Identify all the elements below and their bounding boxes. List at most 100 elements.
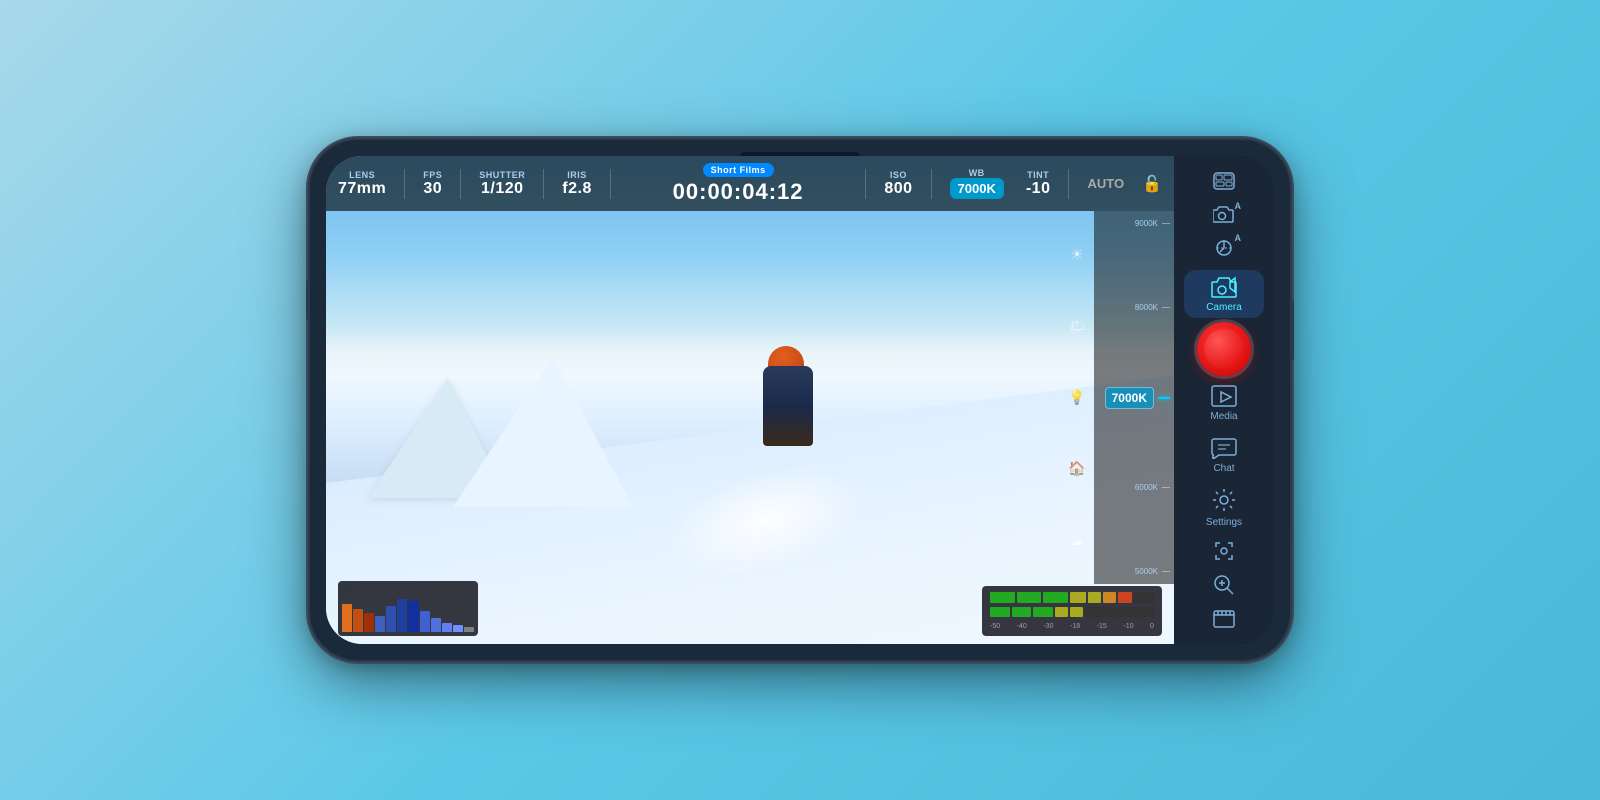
camera-nav-icon (1211, 276, 1237, 298)
audio-seg-6 (1103, 592, 1116, 603)
wb-section[interactable]: WB 7000K (950, 168, 1004, 199)
hud-divider-7 (1068, 169, 1069, 199)
viewfinder-btn[interactable] (1189, 164, 1259, 198)
wb-value-badge[interactable]: 7000K (950, 178, 1004, 199)
hud-divider-5 (865, 169, 866, 199)
iris-label: IRIS (567, 170, 587, 180)
audio-seg-empty1 (1134, 592, 1155, 603)
settings-nav-label: Settings (1206, 517, 1242, 528)
wb-scale-5000: 5000K (1098, 567, 1170, 576)
viewfinder-icon (1213, 172, 1235, 190)
audio-ch1 (990, 592, 1154, 603)
hud-divider-2 (460, 169, 461, 199)
fps-value: 30 (423, 180, 442, 198)
hist-bar-12 (464, 627, 474, 632)
hist-bar-3 (364, 613, 374, 632)
exposure-a-btn[interactable]: A (1189, 234, 1259, 268)
audio-seg-1 (990, 592, 1015, 603)
exposure-a-icon: A (1213, 237, 1235, 264)
lens-value: 77mm (338, 180, 386, 198)
audio-seg-ch2-2 (1012, 607, 1032, 618)
tint-section: TINT -10 (1026, 170, 1051, 198)
hud-divider-4 (610, 169, 611, 199)
record-button[interactable] (1197, 322, 1251, 376)
audio-seg-2 (1017, 592, 1042, 603)
phone-device: LENS 77mm FPS 30 SHUTTER 1/120 (310, 140, 1290, 660)
wb-side-icons: ☀ 🌤 💡 🏠 ☁ (1062, 211, 1092, 584)
hist-bar-10 (442, 623, 452, 632)
skier-body (763, 366, 813, 446)
wb-scale-8000: 8000K (1098, 303, 1170, 312)
hist-bar-11 (453, 625, 463, 632)
skier-figure (733, 346, 853, 546)
sun-medium-icon: 🌤 (1068, 318, 1086, 335)
phone-body: LENS 77mm FPS 30 SHUTTER 1/120 (310, 140, 1290, 660)
media-nav-icon (1211, 385, 1237, 407)
iso-label: ISO (890, 170, 907, 180)
house-icon: 🏠 (1068, 460, 1085, 477)
tint-value: -10 (1026, 180, 1051, 198)
audio-label-10: -10 (1123, 623, 1133, 630)
auto-label[interactable]: AUTO (1087, 176, 1124, 191)
lens-label: LENS (349, 170, 375, 180)
wb-label: WB (969, 168, 985, 178)
fps-param: FPS 30 (423, 170, 442, 198)
sun-bright-icon: ☀ (1071, 246, 1084, 263)
mode-badge[interactable]: Short Films (703, 163, 774, 177)
audio-seg-4 (1070, 592, 1086, 603)
hist-bar-8 (420, 611, 430, 632)
camera-a-icon: A (1213, 205, 1235, 228)
hist-bar-4 (375, 616, 385, 632)
iris-param: IRIS f2.8 (562, 170, 592, 198)
audio-label-0: 0 (1150, 623, 1154, 630)
zoom-btn[interactable] (1189, 568, 1259, 602)
chat-nav-btn[interactable]: Chat (1184, 431, 1264, 479)
shutter-label: SHUTTER (479, 170, 525, 180)
hud-bottom-bar: -50 -40 -30 -18 -15 -10 0 (326, 589, 1174, 644)
clapperboard-btn[interactable] (1189, 602, 1259, 636)
histogram-display (338, 581, 478, 636)
screenshot-icon (1213, 540, 1235, 562)
fps-label: FPS (423, 170, 442, 180)
hist-bar-9 (431, 618, 441, 632)
iso-value: 800 (884, 180, 912, 198)
lock-icon: 🔓 (1142, 174, 1162, 194)
hist-bar-1 (342, 604, 352, 632)
hud-top-bar: LENS 77mm FPS 30 SHUTTER 1/120 (326, 156, 1174, 211)
cloud-icon: ☁ (1070, 532, 1084, 549)
clapperboard-icon (1213, 610, 1235, 628)
power-button[interactable] (1290, 300, 1294, 360)
audio-seg-3 (1043, 592, 1068, 603)
audio-seg-ch2-empty (1085, 607, 1154, 618)
zoom-icon (1213, 574, 1235, 596)
media-nav-btn[interactable]: Media (1184, 379, 1264, 427)
iris-value: f2.8 (562, 180, 592, 198)
hist-bar-6 (397, 599, 407, 632)
record-btn-container[interactable] (1184, 320, 1264, 377)
camera-a-btn[interactable]: A (1189, 200, 1259, 234)
audio-seg-ch2-5 (1070, 607, 1083, 618)
wb-scale-9000: 9000K (1098, 219, 1170, 228)
mountain-2 (453, 357, 633, 507)
audio-labels: -50 -40 -30 -18 -15 -10 0 (990, 623, 1154, 630)
phone-screen: LENS 77mm FPS 30 SHUTTER 1/120 (326, 156, 1274, 644)
camera-viewfinder[interactable]: LENS 77mm FPS 30 SHUTTER 1/120 (326, 156, 1174, 644)
audio-seg-ch2-4 (1055, 607, 1068, 618)
volume-button[interactable] (306, 280, 310, 320)
wb-indicator-badge: 7000K (1105, 387, 1154, 409)
audio-seg-5 (1088, 592, 1101, 603)
camera-nav-btn[interactable]: Camera (1184, 270, 1264, 318)
shutter-param: SHUTTER 1/120 (479, 170, 525, 198)
wb-temperature-scale[interactable]: 9000K 8000K 7000K 6000K 5000K (1094, 211, 1174, 584)
hist-bar-5 (386, 606, 396, 632)
settings-nav-btn[interactable]: Settings (1184, 484, 1264, 532)
audio-label-18: -18 (1070, 623, 1080, 630)
record-btn-inner (1204, 329, 1244, 369)
bulb-icon: 💡 (1068, 389, 1085, 406)
timecode-display: 00:00:04:12 (673, 179, 804, 205)
camera-nav-label: Camera (1206, 302, 1242, 313)
wb-scale-6000: 6000K (1098, 483, 1170, 492)
screenshot-btn[interactable] (1189, 534, 1259, 568)
audio-ch2 (990, 607, 1154, 618)
iso-param: ISO 800 (884, 170, 912, 198)
